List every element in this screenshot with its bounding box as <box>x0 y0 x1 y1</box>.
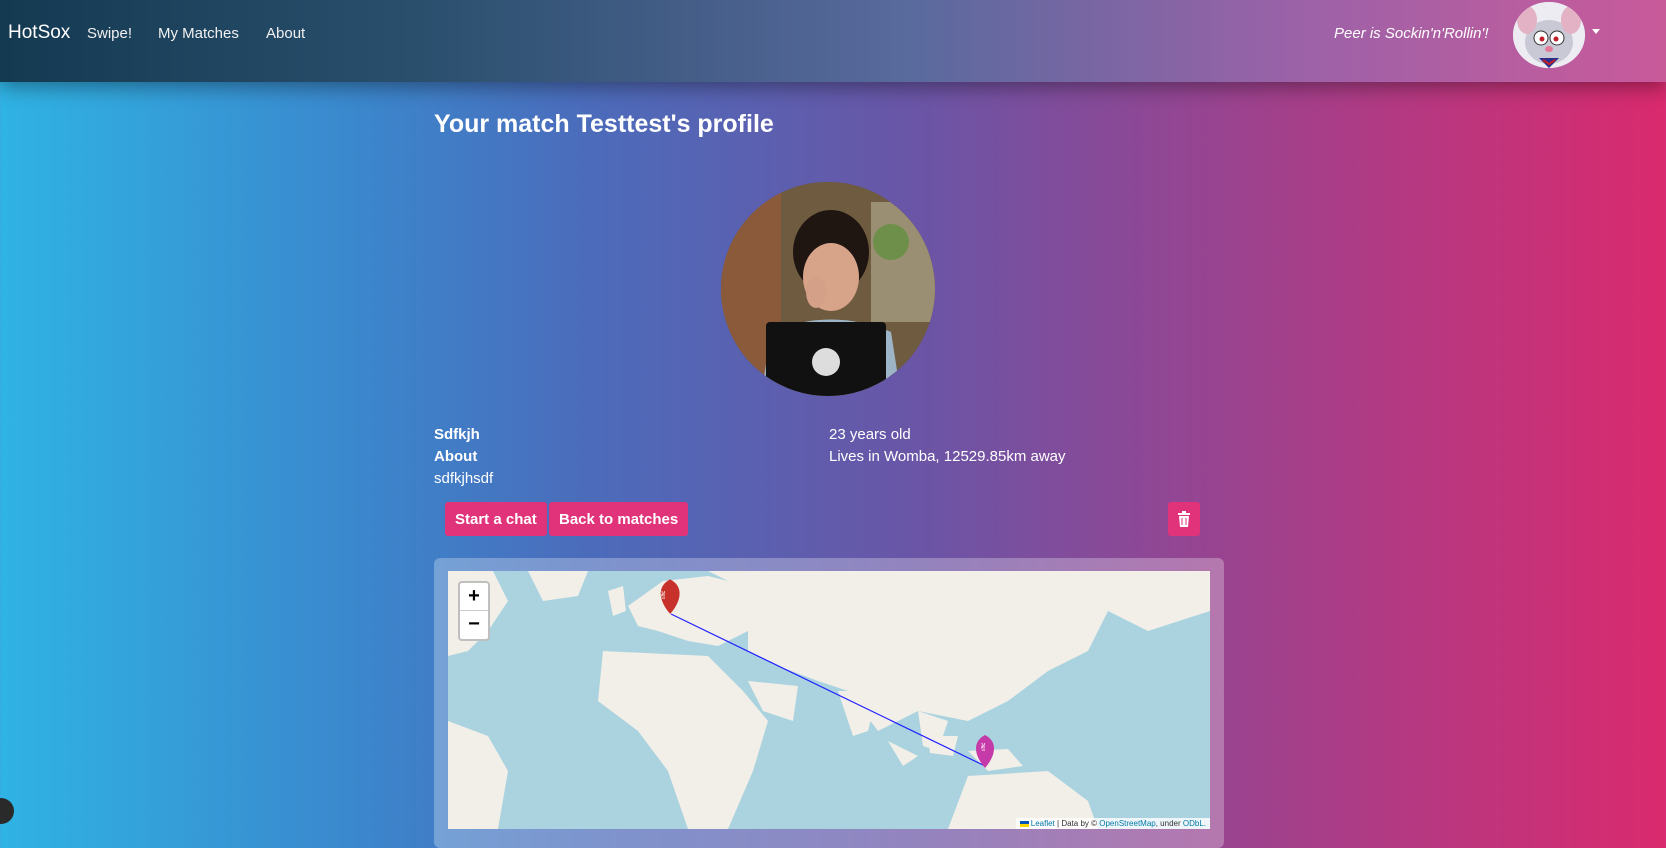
zoom-in-button[interactable]: + <box>460 583 488 611</box>
match-age: 23 years old <box>829 426 911 443</box>
world-map-tiles: ✌ ✌ <box>448 571 1210 829</box>
attribution-under-text: , under <box>1155 819 1181 828</box>
nav-link-about[interactable]: About <box>266 25 305 42</box>
page-title: Your match Testtest's profile <box>434 110 774 138</box>
nav-link-swipe[interactable]: Swipe! <box>87 25 132 42</box>
user-status-text: Peer is Sockin'n'Rollin'! <box>1334 25 1489 42</box>
navbar: HotSox Swipe! My Matches About Peer is S… <box>0 0 1666 82</box>
back-to-matches-button[interactable]: Back to matches <box>549 502 689 536</box>
match-profile-photo <box>721 182 935 396</box>
brand-logo[interactable]: HotSox <box>8 22 70 44</box>
map-zoom-control: + − <box>458 581 490 641</box>
location-map[interactable]: ✌ ✌ Leaflet | Data by © OpenStreetMap, u… <box>448 571 1210 829</box>
match-location: Lives in Womba, 12529.85km away <box>829 448 1066 465</box>
user-avatar[interactable] <box>1513 2 1585 68</box>
profile-photo-image <box>721 182 935 396</box>
trash-icon <box>1178 511 1190 527</box>
user-menu-caret-icon[interactable] <box>1592 29 1600 34</box>
start-chat-button[interactable]: Start a chat <box>445 502 547 536</box>
zoom-out-button[interactable]: − <box>460 611 488 638</box>
ukraine-flag-icon <box>1019 820 1029 827</box>
match-name: Sdfkjh <box>434 426 480 443</box>
delete-match-button[interactable] <box>1168 502 1200 536</box>
pinky-cartoon-avatar-icon <box>1513 2 1585 68</box>
about-label: About <box>434 448 478 465</box>
sock-icon: ✌ <box>979 741 988 754</box>
floating-help-button[interactable] <box>0 798 14 824</box>
openstreetmap-link[interactable]: OpenStreetMap <box>1099 819 1155 828</box>
about-text: sdfkjhsdf <box>434 470 494 487</box>
nav-link-my-matches[interactable]: My Matches <box>158 25 239 42</box>
attribution-text: | Data by © <box>1057 819 1098 828</box>
leaflet-link[interactable]: Leaflet <box>1031 819 1055 828</box>
map-attribution: Leaflet | Data by © OpenStreetMap, under… <box>1015 818 1210 829</box>
odbl-link[interactable]: ODbL. <box>1183 819 1206 828</box>
sock-icon: ✌ <box>659 589 668 602</box>
